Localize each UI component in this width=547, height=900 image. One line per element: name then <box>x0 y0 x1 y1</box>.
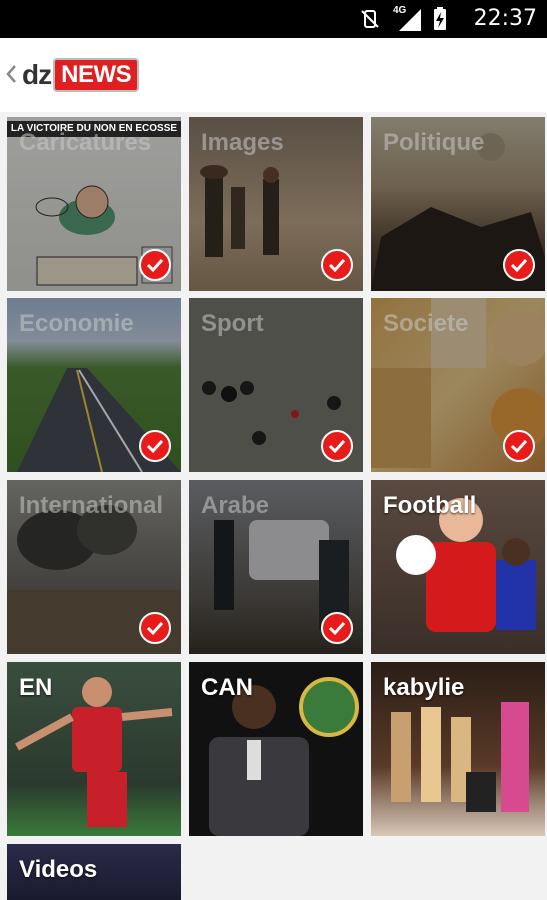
category-label: Football <box>383 492 477 519</box>
category-label: Sport <box>201 310 264 337</box>
category-label: Politique <box>383 129 485 156</box>
category-tile-can[interactable]: CAN <box>189 662 363 836</box>
category-tile-en[interactable]: EN <box>7 662 181 836</box>
logo-news: NEWS <box>53 58 140 92</box>
category-label: Caricatures <box>19 129 152 156</box>
back-chevron-icon[interactable] <box>4 64 18 84</box>
category-tile-societe[interactable]: Societe <box>371 298 545 472</box>
category-label: International <box>19 492 164 519</box>
category-label: kabylie <box>383 674 465 701</box>
category-label: Videos <box>19 856 98 883</box>
checkmark-icon <box>139 430 171 462</box>
category-tile-international[interactable]: International <box>7 480 181 654</box>
category-tile-politique[interactable]: Politique <box>371 117 545 291</box>
checkmark-icon <box>139 249 171 281</box>
checkmark-icon <box>503 249 535 281</box>
app-bar: dz NEWS <box>0 38 547 113</box>
checkmark-icon <box>321 249 353 281</box>
category-tile-caricatures[interactable]: LA VICTOIRE DU NON EN ECOSSE Caricatures <box>7 117 181 291</box>
category-tile-economie[interactable]: Economie <box>7 298 181 472</box>
status-icons: 4G <box>359 5 447 32</box>
checkmark-icon <box>321 612 353 644</box>
checkmark-icon <box>321 430 353 462</box>
category-tile-kabylie[interactable]: kabylie <box>371 662 545 836</box>
category-tile-football[interactable]: Football <box>371 480 545 654</box>
status-bar: 4G 22:37 <box>0 0 547 38</box>
checkmark-icon <box>503 430 535 462</box>
battery-charging-icon <box>434 7 446 30</box>
category-label: Economie <box>19 310 134 337</box>
logo-dz: dz <box>22 59 52 90</box>
checkmark-icon <box>139 612 171 644</box>
category-tile-images[interactable]: Images <box>189 117 363 291</box>
category-label: Arabe <box>201 492 270 519</box>
category-tile-arabe[interactable]: Arabe <box>189 480 363 654</box>
category-grid: LA VICTOIRE DU NON EN ECOSSE Caricatures… <box>0 112 547 900</box>
category-tile-videos[interactable]: Videos <box>7 844 181 900</box>
category-label: Societe <box>383 310 469 337</box>
signal-4g-icon: 4G <box>393 5 421 31</box>
category-label: CAN <box>201 674 253 701</box>
clock: 22:37 <box>473 6 537 31</box>
app-logo[interactable]: dz NEWS <box>22 58 140 92</box>
vibrate-off-icon <box>361 10 379 28</box>
category-label: EN <box>19 674 53 701</box>
category-tile-sport[interactable]: Sport <box>189 298 363 472</box>
category-label: Images <box>201 129 284 156</box>
